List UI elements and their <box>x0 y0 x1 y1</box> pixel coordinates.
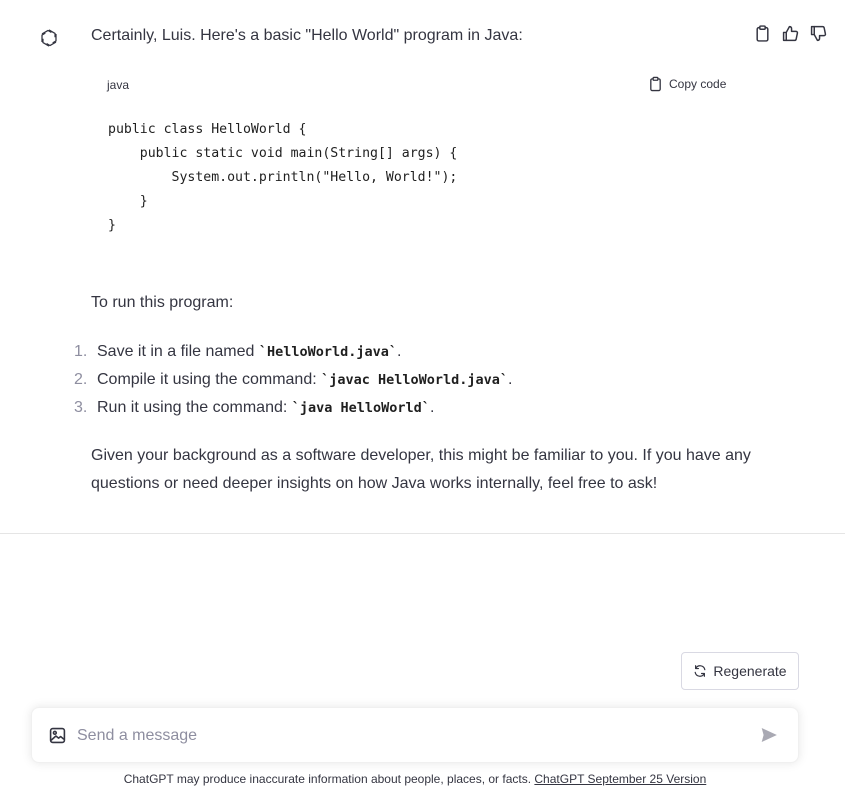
step-punctuation: . <box>397 343 402 360</box>
step-punctuation: . <box>508 371 513 388</box>
run-instructions-heading: To run this program: <box>91 294 234 311</box>
message-input[interactable] <box>77 722 737 750</box>
copy-code-button[interactable]: Copy code <box>648 76 726 92</box>
dislike-button[interactable] <box>808 23 828 43</box>
code-block: java Copy code public class HelloWorld {… <box>91 70 745 246</box>
regenerate-label: Regenerate <box>713 663 787 679</box>
copy-message-button[interactable] <box>752 23 772 43</box>
footer-disclaimer: ChatGPT may produce inaccurate informati… <box>0 772 830 786</box>
clipboard-icon <box>648 76 663 92</box>
message-intro: Certainly, Luis. Here's a basic "Hello W… <box>91 27 523 44</box>
step-text: Run it using the command: <box>97 399 292 416</box>
list-item: 2. Compile it using the command: `javac … <box>74 368 513 396</box>
refresh-icon <box>693 664 707 678</box>
thumbs-up-icon <box>782 25 799 42</box>
inline-code: `java HelloWorld` <box>291 400 430 416</box>
send-button[interactable] <box>760 726 780 746</box>
inline-code: `javac HelloWorld.java` <box>321 372 509 388</box>
regenerate-button[interactable]: Regenerate <box>681 652 799 690</box>
list-item: 3. Run it using the command: `java Hello… <box>74 396 513 424</box>
list-item: 1. Save it in a file named `HelloWorld.j… <box>74 340 513 368</box>
steps-list: 1. Save it in a file named `HelloWorld.j… <box>74 340 513 424</box>
openai-logo-icon <box>38 27 60 49</box>
version-link[interactable]: ChatGPT September 25 Version <box>534 772 706 786</box>
step-number: 1. <box>74 343 88 360</box>
clipboard-icon <box>754 24 771 42</box>
step-punctuation: . <box>429 399 435 416</box>
send-icon <box>760 726 780 744</box>
step-text: Save it in a file named <box>97 343 259 360</box>
code-language-label: java <box>107 78 130 92</box>
inline-code: `HelloWorld.java` <box>258 344 398 360</box>
thumbs-down-icon <box>810 25 827 42</box>
code-block-header: java Copy code <box>91 70 745 100</box>
step-number: 2. <box>74 371 88 388</box>
like-button[interactable] <box>780 23 800 43</box>
step-number: 3. <box>74 399 88 416</box>
step-text: Compile it using the command: <box>97 371 322 388</box>
copy-code-label: Copy code <box>669 77 727 91</box>
code-content: public class HelloWorld { public static … <box>108 122 458 233</box>
assistant-message: Certainly, Luis. Here's a basic "Hello W… <box>0 0 845 534</box>
image-icon[interactable] <box>49 727 66 744</box>
disclaimer-text: ChatGPT may produce inaccurate informati… <box>123 772 535 786</box>
message-actions <box>752 23 828 43</box>
message-composer <box>31 707 799 763</box>
closing-paragraph: Given your background as a software deve… <box>91 447 751 492</box>
